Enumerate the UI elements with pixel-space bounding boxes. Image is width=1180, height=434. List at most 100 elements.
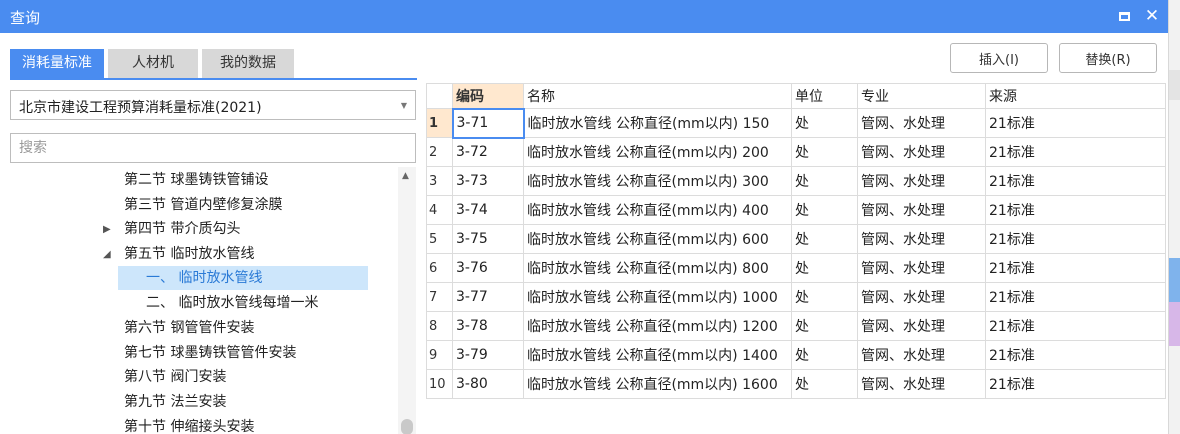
- code-cell[interactable]: 3-73: [452, 166, 524, 196]
- table-row[interactable]: 3 3-73 临时放水管线 公称直径(mm以内) 300 处 管网、水处理 21…: [426, 166, 1166, 196]
- source-column-header[interactable]: 来源: [985, 83, 1166, 109]
- expand-arrow-icon[interactable]: ▶: [103, 224, 111, 235]
- unit-cell[interactable]: 处: [791, 166, 858, 196]
- close-button[interactable]: ✕: [1140, 4, 1164, 28]
- code-cell[interactable]: 3-74: [452, 195, 524, 225]
- source-cell[interactable]: 21标准: [985, 108, 1166, 138]
- code-column-header[interactable]: 编码: [452, 83, 524, 109]
- specialty-cell[interactable]: 管网、水处理: [857, 108, 986, 138]
- tree-item[interactable]: 二、 临时放水管线每增一米: [146, 291, 318, 315]
- specialty-cell[interactable]: 管网、水处理: [857, 282, 986, 312]
- specialty-cell[interactable]: 管网、水处理: [857, 340, 986, 370]
- unit-cell[interactable]: 处: [791, 224, 858, 254]
- unit-cell[interactable]: 处: [791, 137, 858, 167]
- unit-cell[interactable]: 处: [791, 311, 858, 341]
- name-cell[interactable]: 临时放水管线 公称直径(mm以内) 1400: [523, 340, 792, 370]
- tree-item[interactable]: 第二节 球墨铸铁管铺设: [124, 168, 268, 192]
- name-column-header[interactable]: 名称: [523, 83, 792, 109]
- specialty-cell[interactable]: 管网、水处理: [857, 224, 986, 254]
- unit-cell[interactable]: 处: [791, 282, 858, 312]
- window-title: 查询: [10, 9, 41, 27]
- name-cell[interactable]: 临时放水管线 公称直径(mm以内) 800: [523, 253, 792, 283]
- source-cell[interactable]: 21标准: [985, 369, 1166, 399]
- tree-item[interactable]: 第三节 管道内壁修复涂膜: [124, 193, 282, 217]
- tab-labor-material-machine[interactable]: 人材机: [108, 49, 198, 78]
- scroll-up-icon[interactable]: ▲: [402, 171, 409, 181]
- tree-scrollbar[interactable]: ▲: [398, 167, 416, 434]
- source-cell[interactable]: 21标准: [985, 253, 1166, 283]
- name-cell[interactable]: 临时放水管线 公称直径(mm以内) 300: [523, 166, 792, 196]
- name-cell[interactable]: 临时放水管线 公称直径(mm以内) 1200: [523, 311, 792, 341]
- tree-item[interactable]: 第八节 阀门安装: [124, 365, 226, 389]
- specialty-cell[interactable]: 管网、水处理: [857, 137, 986, 167]
- title-bar: 查询 ✕: [0, 0, 1168, 33]
- insert-button[interactable]: 插入(I): [950, 43, 1048, 73]
- replace-button[interactable]: 替换(R): [1059, 43, 1157, 73]
- specialty-column-header[interactable]: 专业: [857, 83, 986, 109]
- row-index: 8: [426, 311, 453, 341]
- row-index: 2: [426, 137, 453, 167]
- source-cell[interactable]: 21标准: [985, 282, 1166, 312]
- specialty-cell[interactable]: 管网、水处理: [857, 311, 986, 341]
- name-cell[interactable]: 临时放水管线 公称直径(mm以内) 200: [523, 137, 792, 167]
- code-cell[interactable]: 3-75: [452, 224, 524, 254]
- unit-cell[interactable]: 处: [791, 369, 858, 399]
- tree-item[interactable]: 第五节 临时放水管线: [124, 242, 254, 266]
- tree-item[interactable]: 第六节 钢管管件安装: [124, 316, 254, 340]
- tab-consumption-standard[interactable]: 消耗量标准: [10, 49, 104, 78]
- table-row[interactable]: 2 3-72 临时放水管线 公称直径(mm以内) 200 处 管网、水处理 21…: [426, 137, 1166, 167]
- tab-my-data[interactable]: 我的数据: [202, 49, 294, 78]
- source-cell[interactable]: 21标准: [985, 340, 1166, 370]
- tree-item-label: 第二节 球墨铸铁管铺设: [124, 172, 269, 188]
- table-row[interactable]: 5 3-75 临时放水管线 公称直径(mm以内) 600 处 管网、水处理 21…: [426, 224, 1166, 254]
- specialty-cell[interactable]: 管网、水处理: [857, 166, 986, 196]
- name-cell[interactable]: 临时放水管线 公称直径(mm以内) 400: [523, 195, 792, 225]
- code-cell[interactable]: 3-76: [452, 253, 524, 283]
- source-cell[interactable]: 21标准: [985, 166, 1166, 196]
- source-cell[interactable]: 21标准: [985, 224, 1166, 254]
- maximize-button[interactable]: [1112, 4, 1136, 28]
- source-cell[interactable]: 21标准: [985, 311, 1166, 341]
- table-row[interactable]: 7 3-77 临时放水管线 公称直径(mm以内) 1000 处 管网、水处理 2…: [426, 282, 1166, 312]
- specialty-cell[interactable]: 管网、水处理: [857, 195, 986, 225]
- code-cell[interactable]: 3-77: [452, 282, 524, 312]
- name-cell[interactable]: 临时放水管线 公称直径(mm以内) 1600: [523, 369, 792, 399]
- name-cell[interactable]: 临时放水管线 公称直径(mm以内) 600: [523, 224, 792, 254]
- code-cell[interactable]: 3-79: [452, 340, 524, 370]
- edge-segment: [1169, 70, 1180, 100]
- code-cell[interactable]: 3-72: [452, 137, 524, 167]
- tree-item[interactable]: 第四节 带介质勾头: [124, 217, 240, 241]
- specialty-cell[interactable]: 管网、水处理: [857, 369, 986, 399]
- table-row[interactable]: 6 3-76 临时放水管线 公称直径(mm以内) 800 处 管网、水处理 21…: [426, 253, 1166, 283]
- unit-cell[interactable]: 处: [791, 253, 858, 283]
- unit-cell[interactable]: 处: [791, 195, 858, 225]
- tree-item[interactable]: 第九节 法兰安装: [124, 390, 226, 414]
- table-row[interactable]: 4 3-74 临时放水管线 公称直径(mm以内) 400 处 管网、水处理 21…: [426, 195, 1166, 225]
- row-index: 7: [426, 282, 453, 312]
- unit-column-header[interactable]: 单位: [791, 83, 858, 109]
- tree-item[interactable]: 第七节 球墨铸铁管管件安装: [124, 341, 296, 365]
- tree-item[interactable]: 第十节 伸缩接头安装: [124, 415, 254, 434]
- tree-item-selected[interactable]: 一、 临时放水管线: [118, 266, 368, 290]
- code-cell[interactable]: 3-78: [452, 311, 524, 341]
- specialty-cell[interactable]: 管网、水处理: [857, 253, 986, 283]
- scrollbar-thumb[interactable]: [401, 419, 413, 434]
- table-row[interactable]: 8 3-78 临时放水管线 公称直径(mm以内) 1200 处 管网、水处理 2…: [426, 311, 1166, 341]
- unit-cell[interactable]: 处: [791, 340, 858, 370]
- table-row[interactable]: 1 3-71 临时放水管线 公称直径(mm以内) 150 处 管网、水处理 21…: [426, 107, 1166, 139]
- row-index: 10: [426, 369, 453, 399]
- source-cell[interactable]: 21标准: [985, 195, 1166, 225]
- name-cell[interactable]: 临时放水管线 公称直径(mm以内) 1000: [523, 282, 792, 312]
- unit-cell[interactable]: 处: [791, 108, 858, 138]
- tree-item-label: 第十节 伸缩接头安装: [124, 419, 255, 434]
- table-row[interactable]: 9 3-79 临时放水管线 公称直径(mm以内) 1400 处 管网、水处理 2…: [426, 340, 1166, 370]
- code-cell[interactable]: 3-71: [451, 107, 525, 139]
- standard-select[interactable]: 北京市建设工程预算消耗量标准(2021) ▼: [10, 90, 416, 120]
- search-input[interactable]: [11, 134, 415, 162]
- source-cell[interactable]: 21标准: [985, 137, 1166, 167]
- collapse-arrow-icon[interactable]: ◢: [103, 249, 111, 260]
- table-row[interactable]: 10 3-80 临时放水管线 公称直径(mm以内) 1600 处 管网、水处理 …: [426, 369, 1166, 399]
- tab-bar: 消耗量标准 人材机 我的数据: [10, 49, 298, 78]
- name-cell[interactable]: 临时放水管线 公称直径(mm以内) 150: [523, 108, 792, 138]
- code-cell[interactable]: 3-80: [452, 369, 524, 399]
